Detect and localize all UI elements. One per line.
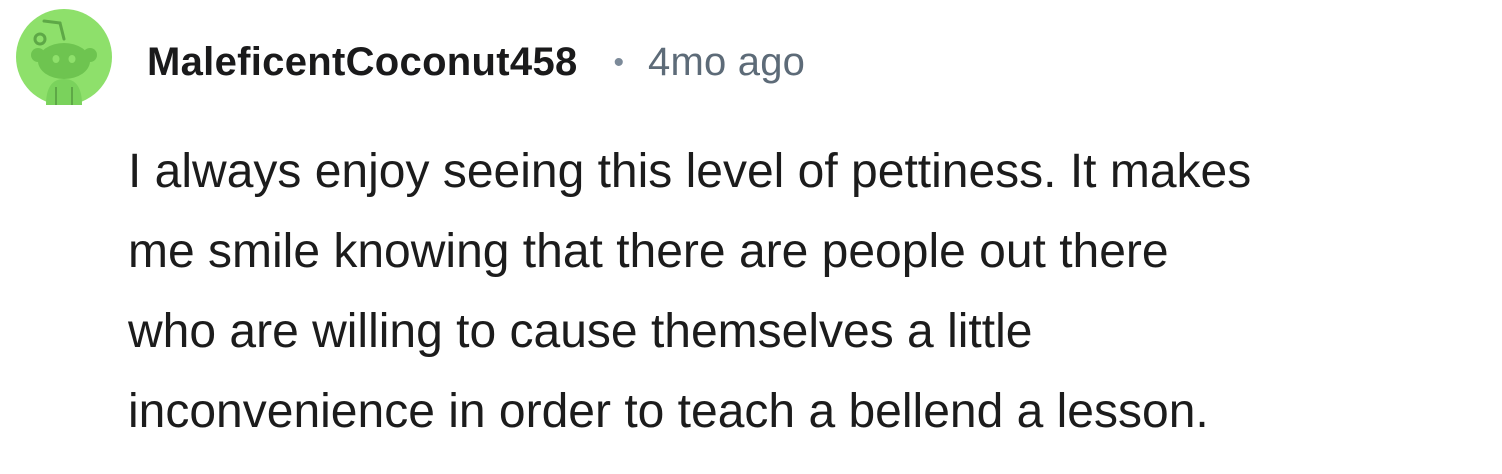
comment-body: I always enjoy seeing this level of pett… [128,132,1488,452]
avatar[interactable] [16,9,112,105]
separator-dot: • [613,46,625,79]
comment-text-line: inconvenience in order to teach a bellen… [128,385,1209,438]
comment-text-line: me smile knowing that there are people o… [128,225,1169,278]
comment-text-line: who are willing to cause themselves a li… [128,305,1033,358]
comment: MaleficentCoconut458 • 4mo ago I always … [0,0,1502,474]
comment-text-line: I always enjoy seeing this level of pett… [128,145,1252,198]
username[interactable]: MaleficentCoconut458 [147,40,578,85]
comment-header: MaleficentCoconut458 • 4mo ago [147,32,805,92]
timestamp[interactable]: 4mo ago [648,40,805,85]
reddit-snoo-avatar-icon [16,9,112,105]
